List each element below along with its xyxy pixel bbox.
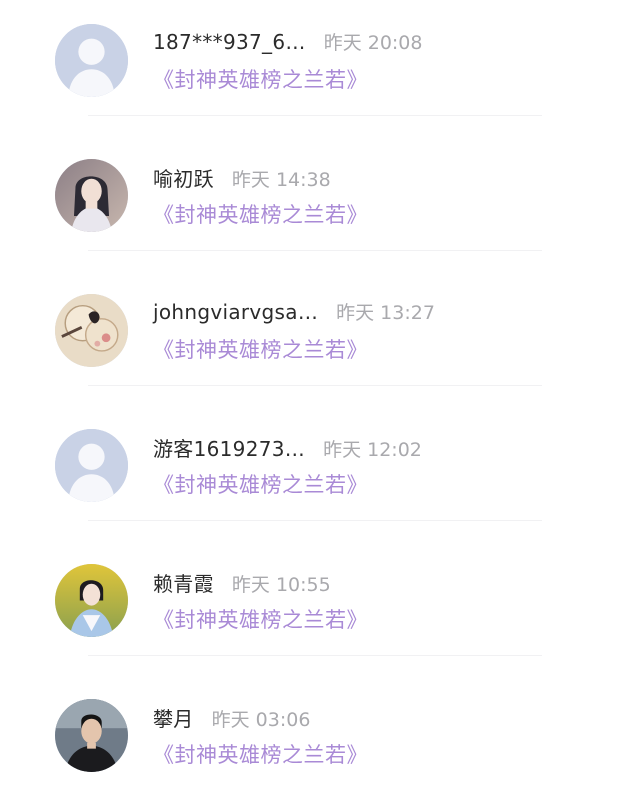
comment-meta: 攀月 昨天 03:06 <box>153 703 600 733</box>
timestamp: 昨天 12:02 <box>323 439 422 461</box>
list-item[interactable]: 187***937_6… 昨天 20:08 《封神英雄榜之兰若》 <box>0 0 640 135</box>
username[interactable]: 攀月 <box>153 703 194 732</box>
list-item[interactable]: 游客1619273… 昨天 12:02 《封神英雄榜之兰若》 <box>0 405 640 540</box>
username[interactable]: 游客1619273… <box>153 433 305 462</box>
comment-meta: 游客1619273… 昨天 12:02 <box>153 433 600 463</box>
list-item[interactable]: 喻初跃 昨天 14:38 《封神英雄榜之兰若》 <box>0 135 640 270</box>
user-photo-avatar[interactable] <box>55 699 128 772</box>
list-item[interactable]: 攀月 昨天 03:06 《封神英雄榜之兰若》 <box>0 675 640 810</box>
book-title-link[interactable]: 《封神英雄榜之兰若》 <box>153 739 368 769</box>
list-item[interactable]: johngviarvgsa… 昨天 13:27 《封神英雄榜之兰若》 <box>0 270 640 405</box>
username[interactable]: johngviarvgsa… <box>153 300 318 324</box>
list-item[interactable]: 赖青霞 昨天 10:55 《封神英雄榜之兰若》 <box>0 540 640 675</box>
username[interactable]: 187***937_6… <box>153 30 306 54</box>
book-title-link[interactable]: 《封神英雄榜之兰若》 <box>153 469 368 499</box>
comment-meta: 赖青霞 昨天 10:55 <box>153 568 600 598</box>
book-title-link[interactable]: 《封神英雄榜之兰若》 <box>153 199 368 229</box>
book-title-link[interactable]: 《封神英雄榜之兰若》 <box>153 64 368 94</box>
timestamp: 昨天 13:27 <box>336 302 435 324</box>
comment-list: 187***937_6… 昨天 20:08 《封神英雄榜之兰若》 喻初跃 昨天 … <box>0 0 640 810</box>
book-title-link[interactable]: 《封神英雄榜之兰若》 <box>153 604 368 634</box>
user-photo-avatar[interactable] <box>55 564 128 637</box>
comment-meta: 187***937_6… 昨天 20:08 <box>153 28 600 58</box>
divider <box>88 520 542 521</box>
divider <box>88 115 542 116</box>
user-photo-avatar[interactable] <box>55 159 128 232</box>
timestamp: 昨天 03:06 <box>211 709 311 731</box>
divider <box>88 250 542 251</box>
username[interactable]: 喻初跃 <box>153 163 214 192</box>
comment-meta: 喻初跃 昨天 14:38 <box>153 163 600 193</box>
divider <box>88 655 542 656</box>
timestamp: 昨天 20:08 <box>323 32 423 54</box>
comment-meta: johngviarvgsa… 昨天 13:27 <box>153 298 600 328</box>
user-photo-avatar[interactable] <box>55 294 128 367</box>
timestamp: 昨天 10:55 <box>231 574 331 596</box>
default-avatar-icon[interactable] <box>55 24 128 97</box>
divider <box>88 385 542 386</box>
book-title-link[interactable]: 《封神英雄榜之兰若》 <box>153 334 368 364</box>
timestamp: 昨天 14:38 <box>231 169 331 191</box>
username[interactable]: 赖青霞 <box>153 568 214 597</box>
default-avatar-icon[interactable] <box>55 429 128 502</box>
